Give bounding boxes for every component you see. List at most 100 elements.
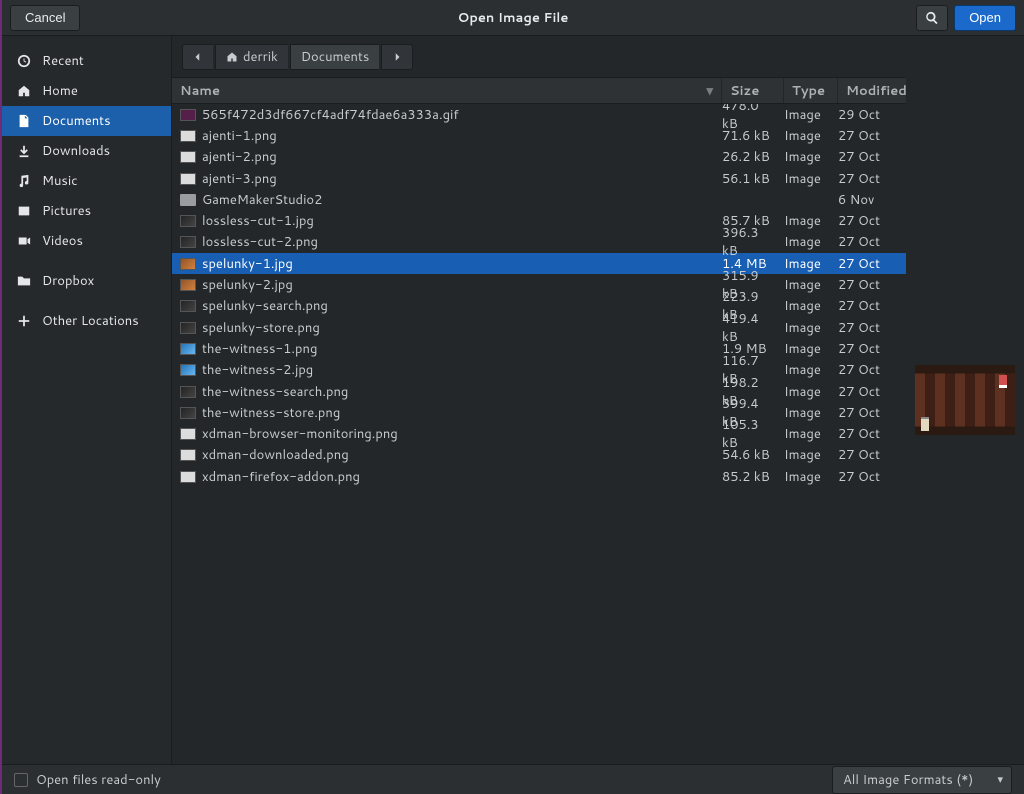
sidebar-item-label: Documents bbox=[42, 112, 111, 130]
file-modified: 27 Oct bbox=[838, 233, 906, 251]
sidebar-item-recent[interactable]: Recent bbox=[2, 46, 171, 76]
file-name: GameMakerStudio2 bbox=[202, 191, 722, 209]
file-row[interactable]: GameMakerStudio26 Nov bbox=[172, 189, 906, 210]
dialog-footer: Open files read-only All Image Formats (… bbox=[2, 764, 1024, 794]
file-thumbnail bbox=[180, 258, 196, 270]
file-modified: 27 Oct bbox=[838, 446, 906, 464]
file-row[interactable]: the-witness-store.png399.4 kBImage27 Oct bbox=[172, 402, 906, 423]
file-format-label: All Image Formats (*) bbox=[843, 771, 973, 789]
sidebar-item-label: Recent bbox=[42, 52, 84, 70]
open-button[interactable]: Open bbox=[954, 5, 1016, 31]
file-name: xdman-downloaded.png bbox=[202, 446, 722, 464]
file-row[interactable]: spelunky-search.png223.9 kBImage27 Oct bbox=[172, 296, 906, 317]
column-name[interactable]: Name ▾ bbox=[172, 78, 722, 103]
file-row[interactable]: the-witness-2.jpg116.7 kBImage27 Oct bbox=[172, 360, 906, 381]
path-segment-label: derrik bbox=[243, 48, 278, 66]
sidebar-item-documents[interactable]: Documents bbox=[2, 106, 171, 136]
file-row[interactable]: lossless-cut-1.jpg85.7 kBImage27 Oct bbox=[172, 210, 906, 231]
file-type: Image bbox=[784, 106, 838, 124]
file-size: 85.2 kB bbox=[722, 468, 784, 486]
file-modified: 27 Oct bbox=[838, 340, 906, 358]
file-type: Image bbox=[784, 425, 838, 443]
file-type: Image bbox=[784, 361, 838, 379]
sidebar-item-music[interactable]: Music bbox=[2, 166, 171, 196]
file-modified: 27 Oct bbox=[838, 425, 906, 443]
sidebar-item-label: Downloads bbox=[42, 142, 110, 160]
chevron-right-icon bbox=[392, 52, 402, 62]
sidebar-item-label: Home bbox=[42, 82, 78, 100]
preview-pane bbox=[906, 36, 1024, 764]
file-row[interactable]: 565f472d3df667cf4adf74fdae6a333a.gif478.… bbox=[172, 104, 906, 125]
home-icon bbox=[16, 83, 32, 99]
file-name: 565f472d3df667cf4adf74fdae6a333a.gif bbox=[202, 106, 722, 124]
file-type: Image bbox=[784, 297, 838, 315]
sidebar-item-other-locations[interactable]: Other Locations bbox=[2, 306, 171, 336]
file-modified: 27 Oct bbox=[838, 148, 906, 166]
column-size[interactable]: Size bbox=[722, 78, 784, 103]
file-name: ajenti-1.png bbox=[202, 127, 722, 145]
file-row[interactable]: the-witness-1.png1.9 MBImage27 Oct bbox=[172, 338, 906, 359]
file-name: xdman-firefox-addon.png bbox=[202, 468, 722, 486]
file-thumbnail bbox=[180, 194, 196, 206]
file-name: spelunky-2.jpg bbox=[202, 276, 722, 294]
search-button[interactable] bbox=[916, 5, 948, 31]
file-row[interactable]: spelunky-1.jpg1.4 MBImage27 Oct bbox=[172, 253, 906, 274]
sidebar-item-pictures[interactable]: Pictures bbox=[2, 196, 171, 226]
path-back-button[interactable] bbox=[182, 44, 213, 70]
sidebar-item-dropbox[interactable]: Dropbox bbox=[2, 266, 171, 296]
file-row[interactable]: xdman-firefox-addon.png85.2 kBImage27 Oc… bbox=[172, 466, 906, 487]
file-modified: 27 Oct bbox=[838, 468, 906, 486]
file-thumbnail bbox=[180, 386, 196, 398]
readonly-checkbox[interactable] bbox=[14, 773, 28, 787]
file-row[interactable]: xdman-downloaded.png54.6 kBImage27 Oct bbox=[172, 445, 906, 466]
path-forward-button[interactable] bbox=[381, 44, 413, 70]
videos-icon bbox=[16, 233, 32, 249]
file-type: Image bbox=[784, 319, 838, 337]
sidebar-item-label: Videos bbox=[42, 232, 83, 250]
file-thumbnail bbox=[180, 279, 196, 291]
path-home-segment[interactable]: derrik bbox=[215, 44, 288, 70]
file-thumbnail bbox=[180, 236, 196, 248]
file-type: Image bbox=[784, 404, 838, 422]
file-modified: 27 Oct bbox=[838, 276, 906, 294]
file-list[interactable]: 565f472d3df667cf4adf74fdae6a333a.gif478.… bbox=[172, 104, 906, 764]
file-row[interactable]: ajenti-1.png71.6 kBImage27 Oct bbox=[172, 125, 906, 146]
dialog-title: Open Image File bbox=[458, 9, 569, 27]
file-name: the-witness-store.png bbox=[202, 404, 722, 422]
file-row[interactable]: ajenti-2.png26.2 kBImage27 Oct bbox=[172, 147, 906, 168]
columns-header: Name ▾ Size Type Modified bbox=[172, 78, 906, 104]
cancel-button[interactable]: Cancel bbox=[10, 5, 80, 31]
file-row[interactable]: xdman-browser-monitoring.png105.3 kBImag… bbox=[172, 423, 906, 444]
file-modified: 27 Oct bbox=[838, 255, 906, 273]
file-name: the-witness-1.png bbox=[202, 340, 722, 358]
file-row[interactable]: lossless-cut-2.png396.3 kBImage27 Oct bbox=[172, 232, 906, 253]
file-thumbnail bbox=[180, 300, 196, 312]
file-thumbnail bbox=[180, 343, 196, 355]
file-type: Image bbox=[784, 255, 838, 273]
sidebar-item-label: Dropbox bbox=[42, 272, 94, 290]
sidebar-item-downloads[interactable]: Downloads bbox=[2, 136, 171, 166]
file-name: spelunky-1.jpg bbox=[202, 255, 722, 273]
file-row[interactable]: spelunky-store.png419.4 kBImage27 Oct bbox=[172, 317, 906, 338]
path-current-segment[interactable]: Documents bbox=[290, 44, 380, 70]
file-size: 54.6 kB bbox=[722, 446, 784, 464]
sidebar-item-label: Pictures bbox=[42, 202, 91, 220]
pictures-icon bbox=[16, 203, 32, 219]
file-thumbnail bbox=[180, 109, 196, 121]
file-name: spelunky-store.png bbox=[202, 319, 722, 337]
column-modified[interactable]: Modified bbox=[838, 78, 906, 103]
file-size: 56.1 kB bbox=[722, 170, 784, 188]
file-row[interactable]: ajenti-3.png56.1 kBImage27 Oct bbox=[172, 168, 906, 189]
sidebar-item-videos[interactable]: Videos bbox=[2, 226, 171, 256]
file-format-select[interactable]: All Image Formats (*) bbox=[832, 766, 1012, 794]
file-row[interactable]: spelunky-2.jpg315.9 kBImage27 Oct bbox=[172, 274, 906, 295]
file-thumbnail bbox=[180, 173, 196, 185]
sidebar-item-home[interactable]: Home bbox=[2, 76, 171, 106]
file-modified: 27 Oct bbox=[838, 404, 906, 422]
column-type[interactable]: Type bbox=[784, 78, 838, 103]
file-thumbnail bbox=[180, 215, 196, 227]
file-row[interactable]: the-witness-search.png198.2 kBImage27 Oc… bbox=[172, 381, 906, 402]
file-thumbnail bbox=[180, 428, 196, 440]
file-name: ajenti-3.png bbox=[202, 170, 722, 188]
sidebar-item-label: Other Locations bbox=[42, 312, 139, 330]
